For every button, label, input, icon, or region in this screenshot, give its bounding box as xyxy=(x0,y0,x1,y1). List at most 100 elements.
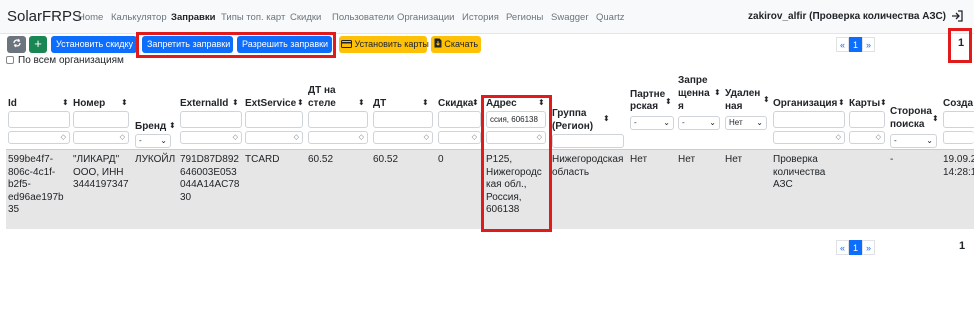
col-organization[interactable]: Организация xyxy=(773,98,837,110)
nav-organizations[interactable]: Организации xyxy=(397,12,454,23)
sort-icon[interactable]: ⬍ xyxy=(472,98,479,107)
col-group-line1[interactable]: Группа xyxy=(552,108,586,120)
pagination-prev[interactable]: « xyxy=(836,37,849,52)
cell-partner: Нет xyxy=(630,154,648,165)
filter-dt-select[interactable]: ◇ xyxy=(373,131,433,144)
highlight-page-count xyxy=(948,28,972,63)
filter-dt-input[interactable] xyxy=(373,111,433,128)
sort-icon[interactable]: ⬍ xyxy=(121,98,128,107)
filter-number-input[interactable] xyxy=(73,111,129,128)
filter-dt-stela-select[interactable]: ◇ xyxy=(308,131,368,144)
sort-icon[interactable]: ⬍ xyxy=(422,98,429,107)
filter-created-input[interactable] xyxy=(943,111,974,128)
col-created[interactable]: Созда xyxy=(943,98,973,110)
col-deleted-line1[interactable]: Удален xyxy=(725,88,760,100)
nav-discounts[interactable]: Скидки xyxy=(290,12,321,23)
filter-number-select[interactable]: ◇ xyxy=(73,131,129,144)
sort-icon[interactable]: ⬍ xyxy=(603,114,610,123)
filter-cards-input[interactable] xyxy=(849,111,885,128)
pagination-prev[interactable]: « xyxy=(836,240,849,255)
pagination-next[interactable]: » xyxy=(862,37,875,52)
set-cards-button[interactable]: Установить карты xyxy=(339,36,429,53)
sort-icon[interactable]: ⬍ xyxy=(763,95,770,104)
nav-users[interactable]: Пользователи xyxy=(332,12,394,23)
filter-organization-input[interactable] xyxy=(773,111,845,128)
col-brand[interactable]: Бренд xyxy=(135,121,166,133)
pagination-page[interactable]: 1 xyxy=(849,240,862,255)
col-deleted-line2[interactable]: ная xyxy=(725,101,742,113)
sort-icon[interactable]: ⬍ xyxy=(232,98,239,107)
sort-icon[interactable]: ⬍ xyxy=(297,98,304,107)
col-group-line2[interactable]: (Регион) xyxy=(552,121,593,133)
col-ext-service[interactable]: ExtService xyxy=(245,98,296,110)
nav-calculator[interactable]: Калькулятор xyxy=(111,12,167,23)
filter-deleted-select[interactable]: Нет ⌄ xyxy=(725,116,767,130)
filter-organization-select[interactable]: ◇ xyxy=(773,131,845,144)
pagination-next[interactable]: » xyxy=(862,240,875,255)
nav-regions[interactable]: Регионы xyxy=(506,12,543,23)
nav-fuel-card-types[interactable]: Типы топ. карт xyxy=(221,12,285,23)
filter-brand-select[interactable]: - ⌄ xyxy=(135,134,171,148)
col-cards[interactable]: Карты xyxy=(849,98,880,110)
filter-external-id-select[interactable]: ◇ xyxy=(180,131,242,144)
filter-forbidden-select[interactable]: - ⌄ xyxy=(678,116,720,130)
col-side-line2[interactable]: поиска xyxy=(890,119,924,131)
filter-ext-service-select[interactable]: ◇ xyxy=(245,131,303,144)
filter-dt-stela-input[interactable] xyxy=(308,111,368,128)
sort-icon[interactable]: ⬍ xyxy=(714,88,721,97)
col-partner-line1[interactable]: Партне xyxy=(630,89,665,101)
col-dt[interactable]: ДТ xyxy=(373,98,386,110)
filter-discount-select[interactable]: ◇ xyxy=(438,131,481,144)
filter-partner-select[interactable]: - ⌄ xyxy=(630,116,674,130)
refresh-button[interactable] xyxy=(7,36,26,53)
nav-stations[interactable]: Заправки xyxy=(171,12,216,23)
filter-external-id-input[interactable] xyxy=(180,111,242,128)
col-forbidden-line2[interactable]: щенна xyxy=(678,88,710,100)
nav-quartz[interactable]: Quartz xyxy=(596,12,625,23)
sort-icon[interactable]: ⬍ xyxy=(358,98,365,107)
total-pages-bottom: 1 xyxy=(959,240,966,252)
col-side-line1[interactable]: Сторона xyxy=(890,106,932,118)
sort-icon[interactable]: ⬍ xyxy=(665,97,672,106)
pagination-page[interactable]: 1 xyxy=(849,37,862,52)
col-partner-line2[interactable]: рская xyxy=(630,101,658,113)
current-user[interactable]: zakirov_alfir (Проверка количества АЗС) xyxy=(748,11,946,22)
sort-icon[interactable]: ⬍ xyxy=(880,98,887,107)
cell-external-id: 791D87D892 646003E053 044A14AC78 30 xyxy=(180,154,240,204)
col-id[interactable]: Id xyxy=(8,98,17,110)
col-number[interactable]: Номер xyxy=(73,98,105,110)
filter-created-select[interactable] xyxy=(943,131,974,144)
col-external-id[interactable]: ExternalId xyxy=(180,98,228,110)
all-organizations-checkbox[interactable] xyxy=(6,56,14,64)
col-forbidden-line1[interactable]: Запре xyxy=(678,75,708,87)
cell-external-id-line: 044A14AC78 xyxy=(180,179,240,190)
filter-id-select[interactable]: ◇ xyxy=(8,131,70,144)
nav-history[interactable]: История xyxy=(462,12,499,23)
cell-created-line: 19.09.2 xyxy=(943,154,974,165)
nav-swagger[interactable]: Swagger xyxy=(551,12,589,23)
sort-icon[interactable]: ⬍ xyxy=(169,121,176,130)
col-dt-stela-line1[interactable]: ДТ на xyxy=(308,85,336,97)
nav-home[interactable]: Home xyxy=(78,12,103,23)
col-dt-stela-line2[interactable]: стеле xyxy=(308,98,336,110)
app-brand[interactable]: SolarFRPS xyxy=(7,8,82,25)
filter-side-select[interactable]: - ⌄ xyxy=(890,134,937,148)
filter-forbidden-value: - xyxy=(682,118,685,127)
logout-icon[interactable] xyxy=(950,9,964,26)
set-discount-button[interactable]: Установить скидку xyxy=(51,36,137,53)
filter-id-input[interactable] xyxy=(8,111,70,128)
sort-icon[interactable]: ⬍ xyxy=(62,98,69,107)
filter-ext-service-input[interactable] xyxy=(245,111,303,128)
filter-discount-input[interactable] xyxy=(438,111,481,128)
sort-icon[interactable]: ⬍ xyxy=(838,98,845,107)
col-discount[interactable]: Скидка xyxy=(438,98,473,110)
filter-group-input[interactable] xyxy=(552,134,624,148)
cell-created: 19.09.2 14:28:1 xyxy=(943,154,974,179)
download-button[interactable]: Скачать xyxy=(431,36,481,53)
col-forbidden-line3[interactable]: я xyxy=(678,101,684,113)
all-organizations-toggle[interactable]: По всем организациям xyxy=(6,55,124,66)
sort-icon[interactable]: ⬍ xyxy=(932,114,939,123)
cell-id-line: 806c-4c1f- xyxy=(8,166,56,178)
add-station-button[interactable]: + xyxy=(29,36,47,53)
filter-cards-select[interactable]: ◇ xyxy=(849,131,885,144)
